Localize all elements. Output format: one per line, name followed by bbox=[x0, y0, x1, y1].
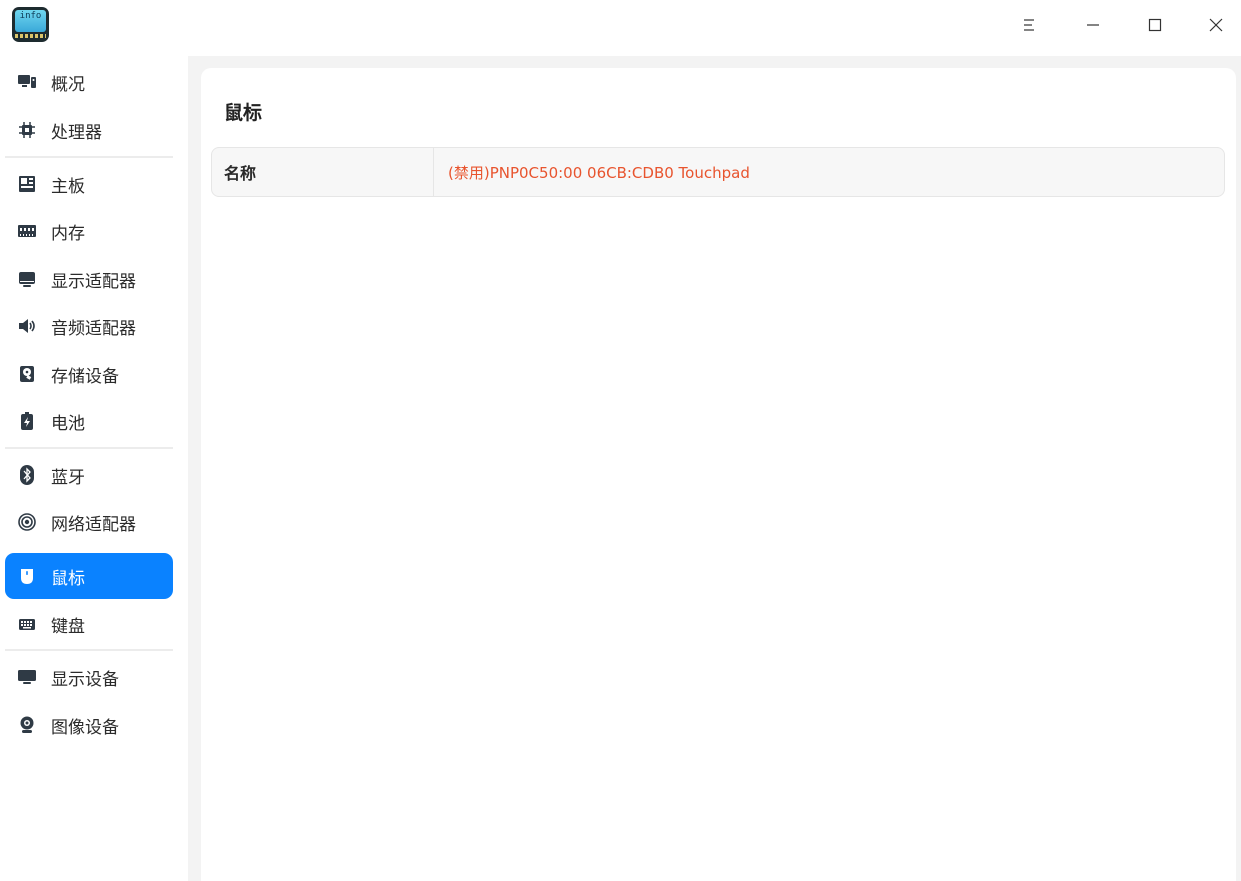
sidebar: 概况 处理器 主板 内存 显示适配器 音频适配器 存储设备 电池 蓝牙 网络适配… bbox=[0, 56, 188, 881]
battery-icon bbox=[18, 412, 36, 430]
sidebar-item-label: 显示适配器 bbox=[51, 271, 136, 292]
page-title: 鼠标 bbox=[224, 102, 263, 124]
camera-icon bbox=[18, 716, 36, 734]
cpu-icon bbox=[18, 121, 36, 139]
main-panel: 鼠标 名称 (禁用)PNP0C50:00 06CB:CDB0 Touchpad bbox=[201, 68, 1236, 881]
close-icon bbox=[1209, 18, 1223, 32]
sidebar-item-label: 鼠标 bbox=[51, 568, 85, 589]
sidebar-item-bluetooth[interactable]: 蓝牙 bbox=[5, 452, 173, 498]
sidebar-item-memory[interactable]: 内存 bbox=[5, 208, 173, 254]
app-logo-icon: info bbox=[12, 7, 49, 42]
sidebar-divider bbox=[5, 649, 173, 651]
sidebar-item-label: 蓝牙 bbox=[51, 467, 85, 488]
sidebar-item-label: 网络适配器 bbox=[51, 514, 136, 535]
sidebar-item-label: 音频适配器 bbox=[51, 318, 136, 339]
sidebar-item-label: 电池 bbox=[51, 413, 85, 434]
keyboard-icon bbox=[18, 615, 36, 633]
sidebar-item-mouse[interactable]: 鼠标 bbox=[5, 553, 173, 599]
sidebar-item-keyboard[interactable]: 键盘 bbox=[5, 601, 173, 647]
sidebar-item-motherboard[interactable]: 主板 bbox=[5, 161, 173, 207]
sidebar-item-battery[interactable]: 电池 bbox=[5, 398, 173, 444]
speaker-icon bbox=[18, 317, 36, 335]
sidebar-item-overview[interactable]: 概况 bbox=[5, 59, 173, 105]
display-adapter-icon bbox=[18, 270, 36, 288]
sidebar-item-label: 主板 bbox=[51, 176, 85, 197]
memory-icon bbox=[18, 222, 36, 240]
titlebar: info bbox=[0, 0, 1241, 56]
info-table: 名称 (禁用)PNP0C50:00 06CB:CDB0 Touchpad bbox=[211, 147, 1225, 197]
sidebar-item-storage[interactable]: 存储设备 bbox=[5, 351, 173, 397]
sidebar-item-label: 内存 bbox=[51, 223, 85, 244]
sidebar-item-label: 存储设备 bbox=[51, 366, 119, 387]
maximize-button[interactable] bbox=[1135, 8, 1175, 42]
mouse-icon bbox=[18, 567, 36, 585]
sidebar-item-monitor[interactable]: 显示设备 bbox=[5, 654, 173, 700]
info-row-key: 名称 bbox=[212, 148, 434, 196]
bluetooth-icon bbox=[18, 465, 36, 485]
maximize-icon bbox=[1148, 18, 1162, 32]
sidebar-item-camera[interactable]: 图像设备 bbox=[5, 702, 173, 748]
sidebar-item-label: 图像设备 bbox=[51, 717, 119, 738]
sidebar-item-label: 概况 bbox=[51, 74, 85, 95]
app-logo-text: info bbox=[15, 10, 46, 32]
sidebar-item-display-adapter[interactable]: 显示适配器 bbox=[5, 256, 173, 302]
storage-icon bbox=[18, 365, 36, 383]
sidebar-item-audio-adapter[interactable]: 音频适配器 bbox=[5, 303, 173, 349]
close-button[interactable] bbox=[1196, 8, 1236, 42]
sidebar-divider bbox=[5, 156, 173, 158]
minimize-button[interactable] bbox=[1073, 8, 1113, 42]
monitor-icon bbox=[18, 668, 36, 686]
sidebar-divider bbox=[5, 447, 173, 449]
sidebar-item-label: 显示设备 bbox=[51, 669, 119, 690]
sidebar-item-network[interactable]: 网络适配器 bbox=[5, 499, 173, 545]
menu-button[interactable] bbox=[1009, 8, 1049, 42]
sidebar-item-label: 键盘 bbox=[51, 616, 85, 637]
network-icon bbox=[18, 513, 36, 531]
motherboard-icon bbox=[18, 175, 36, 193]
overview-icon bbox=[18, 73, 36, 91]
menu-icon bbox=[1024, 19, 1034, 31]
minimize-icon bbox=[1087, 24, 1099, 26]
sidebar-item-cpu[interactable]: 处理器 bbox=[5, 107, 173, 153]
sidebar-item-label: 处理器 bbox=[51, 122, 102, 143]
info-row-value[interactable]: (禁用)PNP0C50:00 06CB:CDB0 Touchpad bbox=[434, 148, 1224, 196]
